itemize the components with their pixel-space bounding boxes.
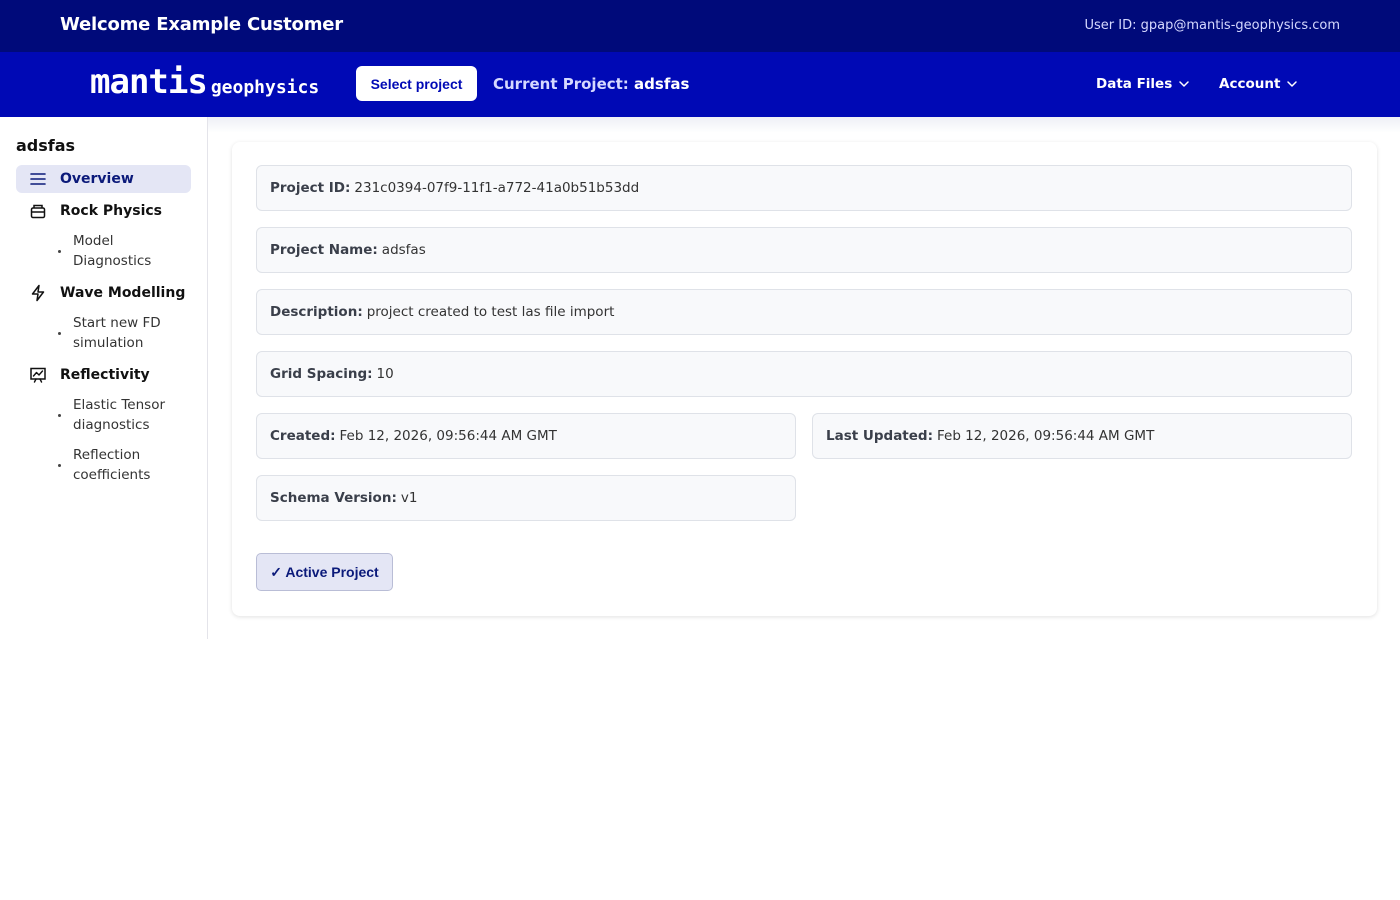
field-value: project created to test las file import [366, 304, 615, 320]
database-icon [16, 202, 60, 220]
logo-sub-text: geophysics [210, 77, 320, 98]
chevron-down-icon [1179, 81, 1189, 87]
field-label: Schema Version: [270, 490, 397, 506]
current-project-name: adsfas [634, 75, 690, 93]
sidebar-item-rock-physics[interactable]: Rock Physics [16, 197, 191, 225]
field-value: 231c0394-07f9-11f1-a772-41a0b51b53dd [354, 180, 640, 196]
welcome-text: Welcome Example Customer [60, 14, 343, 35]
lightning-icon [16, 284, 60, 302]
sidebar-subitem-label: Start new FD simulation [73, 315, 161, 351]
header-shadow [208, 117, 1400, 133]
main-navbar: mantis geophysics Select project Current… [0, 52, 1400, 117]
field-label: Description: [270, 304, 363, 320]
mantis-logo[interactable]: mantis geophysics [90, 62, 319, 102]
project-overview-panel: Project ID: 231c0394-07f9-11f1-a772-41a0… [232, 142, 1377, 616]
user-id-text: User ID: gpap@mantis-geophysics.com [1084, 18, 1340, 33]
field-label: Created: [270, 428, 336, 444]
account-menu[interactable]: Account [1219, 76, 1298, 92]
bullet-dot [58, 249, 61, 253]
bullet-dot [58, 331, 61, 335]
select-project-button[interactable]: Select project [356, 66, 477, 101]
schema-version-field: Schema Version: v1 [256, 475, 796, 521]
sidebar-item-label: Overview [60, 171, 134, 187]
sidebar-subitem-label: Reflection coefficients [73, 447, 151, 483]
sidebar-item-overview[interactable]: Overview [16, 165, 191, 193]
presentation-chart-icon [16, 366, 60, 384]
logo-main-text: mantis [90, 62, 208, 102]
field-value: v1 [400, 490, 418, 506]
field-label: Project ID: [270, 180, 351, 196]
project-name-field: Project Name: adsfas [256, 227, 1352, 273]
created-field: Created: Feb 12, 2026, 09:56:44 AM GMT [256, 413, 796, 459]
chevron-down-icon [1287, 81, 1298, 87]
sidebar-subitem-label: Model Diagnostics [73, 233, 152, 269]
data-files-menu[interactable]: Data Files [1096, 76, 1190, 92]
sidebar-subitem-label: Elastic Tensor diagnostics [73, 397, 166, 433]
sidebar: adsfas Overview Rock Physics Model Diagn… [0, 117, 208, 639]
sidebar-subitem-start-fd-simulation[interactable]: Start new FD simulation [58, 313, 188, 353]
sidebar-item-label: Wave Modelling [60, 285, 186, 301]
sidebar-project-title: adsfas [16, 136, 76, 155]
field-value: Feb 12, 2026, 09:56:44 AM GMT [936, 428, 1155, 444]
field-label: Last Updated: [826, 428, 933, 444]
field-value: 10 [376, 366, 394, 382]
list-icon [16, 170, 60, 188]
welcome-bar: Welcome Example Customer User ID: gpap@m… [0, 0, 1400, 52]
sidebar-item-label: Reflectivity [60, 367, 150, 383]
description-field: Description: project created to test las… [256, 289, 1352, 335]
field-value: Feb 12, 2026, 09:56:44 AM GMT [339, 428, 557, 444]
bullet-dot [58, 413, 61, 417]
field-label: Grid Spacing: [270, 366, 373, 382]
current-project-label: Current Project: [493, 75, 629, 93]
account-label: Account [1219, 76, 1281, 92]
current-project-indicator: Current Project: adsfas [493, 75, 689, 93]
field-value: adsfas [381, 242, 426, 258]
sidebar-item-label: Rock Physics [60, 203, 162, 219]
grid-spacing-field: Grid Spacing: 10 [256, 351, 1352, 397]
sidebar-subitem-reflection-coefficients[interactable]: Reflection coefficients [58, 445, 188, 485]
bullet-dot [58, 463, 61, 467]
sidebar-subitem-model-diagnostics[interactable]: Model Diagnostics [58, 231, 188, 271]
active-project-button[interactable]: ✓ Active Project [256, 553, 393, 591]
sidebar-item-wave-modelling[interactable]: Wave Modelling [16, 279, 191, 307]
field-label: Project Name: [270, 242, 378, 258]
sidebar-subitem-elastic-tensor[interactable]: Elastic Tensor diagnostics [58, 395, 188, 435]
project-id-field: Project ID: 231c0394-07f9-11f1-a772-41a0… [256, 165, 1352, 211]
last-updated-field: Last Updated: Feb 12, 2026, 09:56:44 AM … [812, 413, 1352, 459]
sidebar-item-reflectivity[interactable]: Reflectivity [16, 361, 191, 389]
data-files-label: Data Files [1096, 76, 1173, 92]
